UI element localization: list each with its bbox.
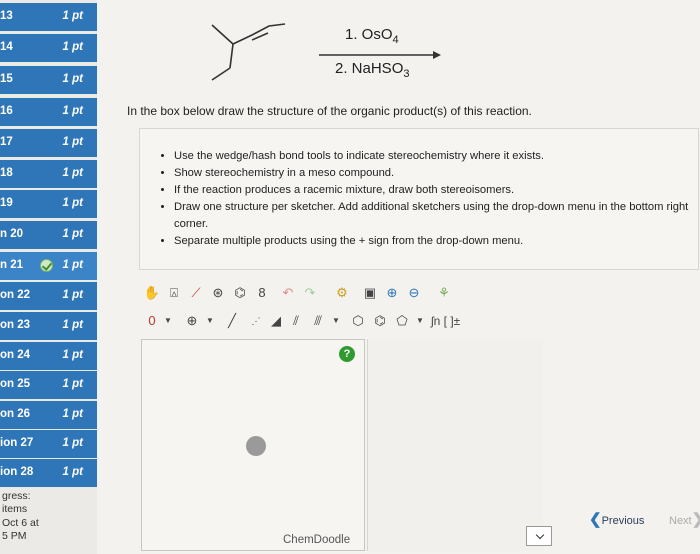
clear-icon[interactable]: ⊛: [209, 284, 227, 302]
wedge-bond-icon[interactable]: ◢: [267, 312, 285, 330]
copy-icon[interactable]: ⌬: [231, 284, 249, 302]
help-icon[interactable]: ?: [339, 346, 355, 362]
chevron-down-icon[interactable]: ▼: [159, 312, 177, 330]
question-item[interactable]: on 26 1 pt: [0, 401, 97, 429]
eraser-icon[interactable]: ⟋: [187, 284, 205, 302]
due-date: Oct 6 at: [2, 517, 39, 529]
sketcher-side-panel: [367, 339, 543, 551]
question-item[interactable]: ion 27 1 pt: [0, 430, 97, 458]
progress-items: items: [2, 503, 28, 515]
instructions-list: Use the wedge/hash bond tools to indicat…: [174, 148, 694, 250]
chevron-down-icon[interactable]: ▼: [201, 312, 219, 330]
instruction-item: Draw one structure per sketcher. Add add…: [174, 199, 694, 233]
question-item[interactable]: n 20 1 pt: [0, 221, 97, 249]
question-item[interactable]: 17 1 pt: [0, 129, 97, 157]
question-item[interactable]: 16 1 pt: [0, 98, 97, 126]
sketcher-canvas[interactable]: ? ChemDoodle: [141, 339, 365, 551]
zoom-out-icon[interactable]: ⊖: [405, 284, 423, 302]
3d-icon[interactable]: ⚘: [435, 284, 453, 302]
question-item[interactable]: 13 1 pt: [0, 3, 97, 31]
question-item[interactable]: 19 1 pt: [0, 190, 97, 218]
hash-bond-icon[interactable]: ⋰: [247, 312, 265, 330]
question-item[interactable]: on 22 1 pt: [0, 282, 97, 310]
question-item[interactable]: 18 1 pt: [0, 160, 97, 188]
chemdoodle-brand: ChemDoodle: [283, 534, 351, 546]
question-prompt: In the box below draw the structure of t…: [127, 104, 532, 118]
instruction-item: If the reaction produces a racemic mixtu…: [174, 182, 694, 199]
triple-bond-icon[interactable]: ⫻: [309, 312, 327, 330]
complete-check-icon: [40, 259, 53, 272]
reaction-scheme: 1. OsO4 2. NaHSO3: [97, 0, 700, 95]
cursor-dot: [246, 436, 266, 456]
zoom-in-icon[interactable]: ⊕: [383, 284, 401, 302]
redo-icon[interactable]: ↷: [301, 284, 319, 302]
reagent-step-1: 1. OsO4: [345, 26, 399, 46]
question-item[interactable]: 15 1 pt: [0, 66, 97, 94]
cyclopentane-icon[interactable]: ⬠: [393, 312, 411, 330]
progress-label: gress:: [2, 490, 31, 502]
view-icon[interactable]: ▣: [361, 284, 379, 302]
paste-icon[interactable]: 8: [253, 284, 271, 302]
cyclohexane-icon[interactable]: ⬡: [349, 312, 367, 330]
question-sidebar: 13 1 pt 14 1 pt 15 1 pt 16 1 pt 17 1 pt 18 1 p…: [0, 0, 97, 554]
question-item-current[interactable]: n 21 1 pt: [0, 252, 97, 280]
reagent-step-2: 2. NaHSO3: [335, 60, 410, 80]
question-item[interactable]: on 24 1 pt: [0, 342, 97, 370]
question-item[interactable]: ion 28 1 pt: [0, 459, 97, 487]
chevron-right-icon: ❯: [692, 511, 700, 528]
chevron-left-icon: ❮: [589, 511, 602, 528]
template-button[interactable]: ʃn [ ]±: [431, 312, 481, 330]
double-bond-icon[interactable]: ⫽: [287, 312, 305, 330]
plus-sign-button[interactable]: ⊕: [183, 312, 201, 330]
chevron-down-icon[interactable]: ▼: [411, 312, 429, 330]
clean-icon[interactable]: ⚙: [333, 284, 351, 302]
instruction-item: Separate multiple products using the + s…: [174, 233, 694, 250]
sketcher-toolbar-top: ✋ ⍓ ⟋ ⊛ ⌬ 8 ↶ ↷ ⚙ ▣ ⊕ ⊖ ⚘: [143, 284, 473, 306]
lasso-icon[interactable]: ⍓: [165, 284, 183, 302]
undo-icon[interactable]: ↶: [279, 284, 297, 302]
due-time: 5 PM: [2, 530, 27, 542]
hand-icon[interactable]: ✋: [143, 284, 161, 302]
question-item[interactable]: on 25 1 pt: [0, 371, 97, 399]
sketcher-toolbar-bottom: 0 ▼ ⊕ ▼ ╱ ⋰ ◢ ⫽ ⫻ ▼ ⬡ ⌬ ⬠ ▼ ʃn [ ]±: [143, 312, 493, 334]
question-content: 1. OsO4 2. NaHSO3 In the box below draw …: [97, 0, 700, 554]
reactant-structure: [211, 23, 441, 81]
chevron-down-icon[interactable]: ▼: [327, 312, 345, 330]
single-bond-icon[interactable]: ╱: [223, 312, 241, 330]
benzene-icon[interactable]: ⌬: [371, 312, 389, 330]
next-button[interactable]: Next❯: [669, 510, 700, 528]
add-sketcher-dropdown[interactable]: [526, 526, 552, 546]
instruction-item: Show stereochemistry in a meso compound.: [174, 165, 694, 182]
question-item[interactable]: 14 1 pt: [0, 34, 97, 62]
instructions-box: Use the wedge/hash bond tools to indicat…: [139, 128, 699, 270]
question-item[interactable]: on 23 1 pt: [0, 312, 97, 340]
previous-button[interactable]: ❮Previous: [589, 510, 644, 528]
instruction-item: Use the wedge/hash bond tools to indicat…: [174, 148, 694, 165]
